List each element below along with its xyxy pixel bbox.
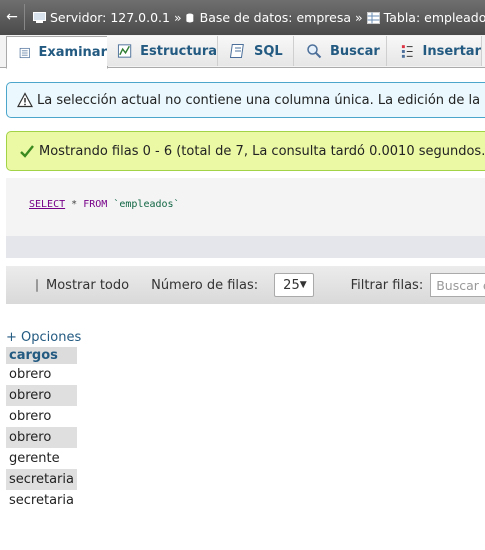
tab-sql[interactable]: SQL [218,36,294,66]
breadcrumb-separator: » [173,10,182,25]
sql-keyword-from: FROM [83,199,108,210]
sql-query-text: SELECT * FROM `empleados` [29,199,180,210]
tab-estructura-label: Estructura [140,43,217,59]
options-link[interactable]: + Opciones [6,330,81,345]
warning-icon [17,92,33,108]
table-cell[interactable]: gerente [6,448,77,469]
show-all-label[interactable]: Mostrar todo [46,278,129,293]
browse-icon [19,47,30,58]
sql-box-footer [6,236,485,258]
table-cell[interactable]: secretaria [6,469,77,490]
tab-examinar[interactable]: Examinar [6,36,108,69]
checkmark-icon [20,145,34,158]
sql-table-name: `empleados` [113,199,180,210]
table-cell[interactable]: secretaria [6,490,77,511]
breadcrumb-database[interactable]: Base de datos: empresa [200,10,351,25]
rows-count-select[interactable]: 25 ▼ [274,273,314,297]
tab-buscar[interactable]: Buscar [294,36,387,66]
tab-bar: Examinar Estructura SQL Buscar Insertar [0,35,485,69]
success-message: Mostrando filas 0 - 6 (total de 7, La co… [6,131,485,171]
table-cell[interactable]: obrero [6,427,77,448]
tab-sql-label: SQL [254,43,283,59]
search-icon [307,44,322,59]
tab-estructura[interactable]: Estructura [107,36,218,66]
filter-rows-input[interactable]: Buscar en [430,273,485,297]
notice-text: La selección actual no contiene una colu… [37,92,485,108]
notice-message: La selección actual no contiene una colu… [6,82,485,118]
tab-buscar-label: Buscar [330,43,380,59]
database-icon [186,13,193,22]
breadcrumb-server[interactable]: Servidor: 127.0.0.1 [50,10,170,25]
rows-count-label: Número de filas: [151,277,259,293]
tab-examinar-label: Examinar [38,45,107,60]
structure-icon [117,44,132,58]
filter-rows-placeholder: Buscar en [436,277,485,293]
back-arrow-icon[interactable]: ← [0,4,25,30]
breadcrumb: Servidor: 127.0.0.1 » Base de datos: emp… [33,10,485,25]
success-text: Mostrando filas 0 - 6 (total de 7, La co… [39,143,485,159]
table-cell[interactable]: obrero [6,385,77,406]
tab-insertar-label: Insertar [422,43,481,59]
chevron-down-icon: ▼ [299,280,307,290]
sql-icon [230,44,244,58]
table-cell[interactable]: obrero [6,364,77,385]
column-header-cargos[interactable]: cargos [6,347,77,364]
table-cell[interactable]: obrero [6,406,77,427]
results-table: cargos obrero obrero obrero obrero geren… [6,347,77,511]
top-breadcrumb-bar: ← Servidor: 127.0.0.1 » Base de datos: e… [0,0,485,35]
breadcrumb-separator: » [355,10,363,25]
rows-count-value: 25 [283,277,300,293]
show-all-checkbox[interactable] [36,278,38,292]
sql-query-box[interactable]: SELECT * FROM `empleados` [6,178,485,258]
navigation-options-bar: Mostrar todo Número de filas: 25 ▼ Filtr… [6,266,485,304]
sql-keyword-select[interactable]: SELECT [29,199,65,210]
insert-icon [401,45,413,58]
breadcrumb-table[interactable]: Tabla: empleados [384,10,485,25]
table-icon [366,11,380,24]
sql-star: * [71,199,78,210]
server-icon [33,11,46,23]
tab-insertar[interactable]: Insertar [387,36,482,66]
filter-rows-label: Filtrar filas: [350,277,424,293]
